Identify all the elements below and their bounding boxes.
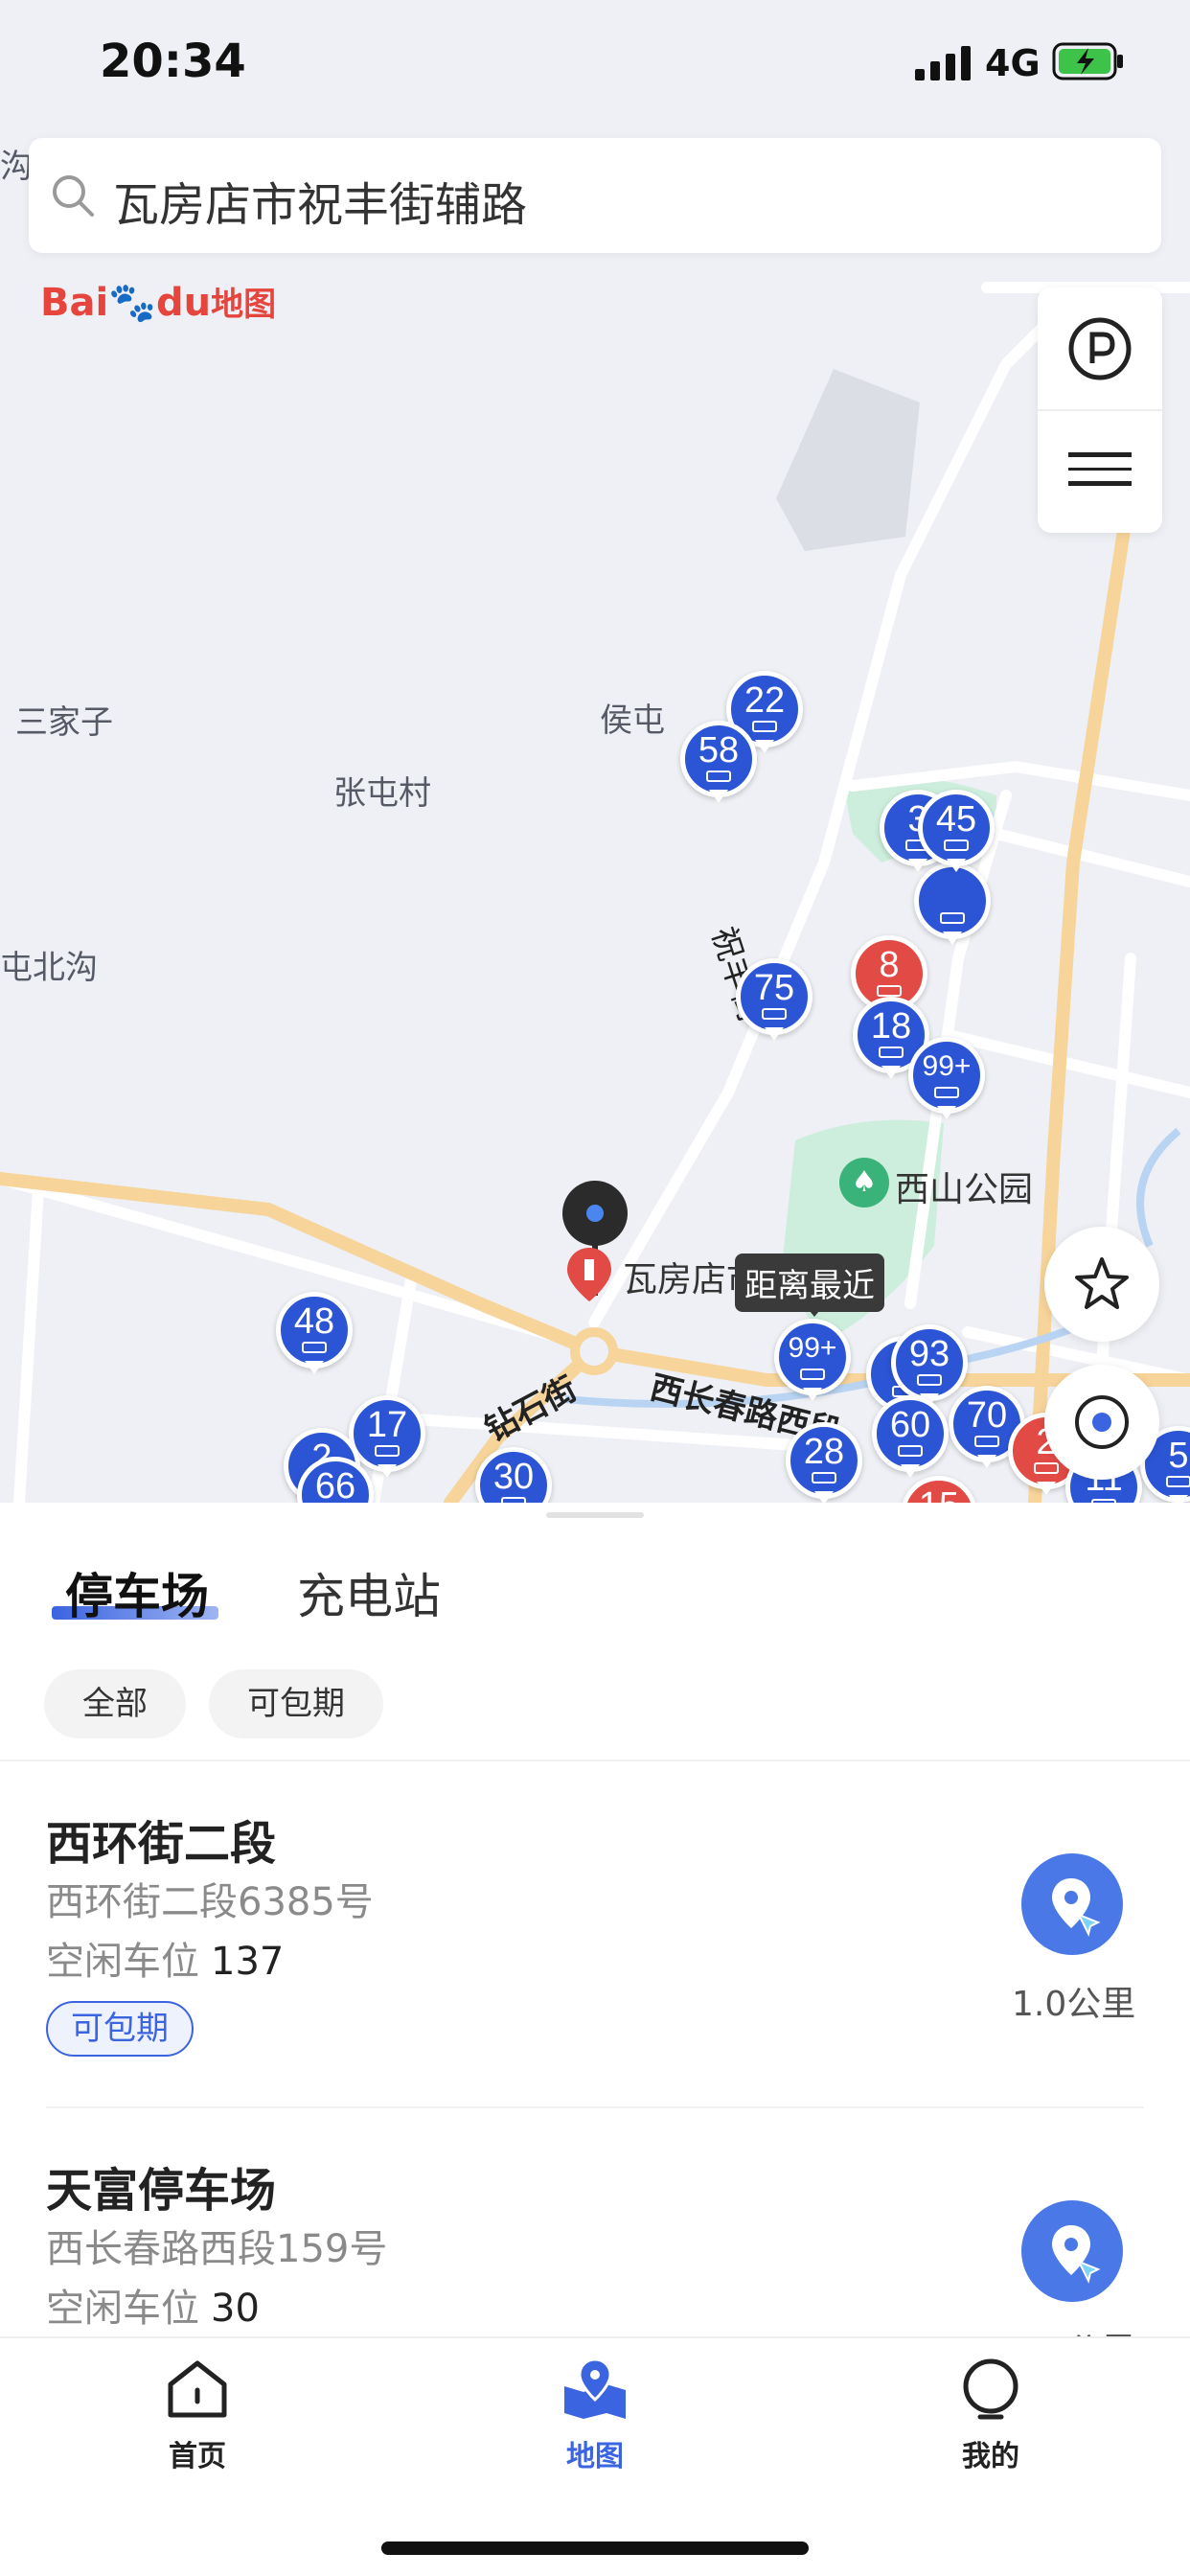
layers-button[interactable] bbox=[1038, 411, 1162, 533]
home-indicator bbox=[381, 2542, 809, 2555]
place-label: 侯屯 bbox=[600, 702, 665, 740]
signal-icon bbox=[915, 46, 971, 80]
parking-marker[interactable]: 99+ bbox=[774, 1319, 851, 1407]
park-icon: ♠ bbox=[839, 1158, 889, 1208]
layers-icon bbox=[1068, 451, 1132, 486]
tabbar-label: 地图 bbox=[566, 2440, 624, 2473]
item-title: 西环街二段 bbox=[46, 1817, 277, 1871]
paw-icon: 🐾 bbox=[108, 281, 157, 325]
tabbar-map[interactable]: 地图 bbox=[518, 2358, 672, 2474]
search-icon bbox=[53, 175, 94, 217]
marker-count: 22 bbox=[744, 680, 786, 721]
parking-marker[interactable]: 48 bbox=[276, 1292, 353, 1380]
periodic-badge: 可包期 bbox=[46, 2001, 194, 2057]
map-icon bbox=[564, 2358, 626, 2419]
parking-marker[interactable]: 75 bbox=[736, 958, 812, 1046]
sheet-handle[interactable] bbox=[546, 1512, 644, 1518]
place-label: 沟 bbox=[0, 148, 33, 186]
marker-count: 66 bbox=[314, 1466, 356, 1503]
divider bbox=[46, 2106, 1144, 2108]
marker-count: 17 bbox=[366, 1405, 408, 1445]
tabbar-profile[interactable]: 我的 bbox=[914, 2358, 1067, 2474]
profile-icon bbox=[963, 2358, 1018, 2420]
place-label: 张屯村 bbox=[333, 774, 431, 813]
item-distance: 1.0公里 bbox=[1012, 2323, 1135, 2336]
nearest-tooltip: 距离最近 bbox=[735, 1254, 884, 1312]
marker-count: 99+ bbox=[922, 1050, 972, 1082]
tabbar-home[interactable]: 首页 bbox=[121, 2358, 274, 2474]
marker-count: 48 bbox=[293, 1301, 335, 1342]
search-text: 瓦房店市祝丰街辅路 bbox=[113, 178, 528, 232]
tooltip-tail bbox=[805, 1305, 824, 1317]
poi-marker-icon bbox=[567, 1248, 611, 1301]
parking-marker[interactable]: 60 bbox=[872, 1395, 949, 1484]
parking-marker[interactable]: 28 bbox=[786, 1422, 862, 1503]
parking-marker[interactable]: 45 bbox=[918, 790, 995, 878]
marker-count: 75 bbox=[753, 968, 795, 1008]
parking-layer-button[interactable] bbox=[1038, 288, 1162, 409]
navigation-pin-icon bbox=[1052, 2225, 1101, 2284]
parking-marker[interactable]: 15 bbox=[901, 1476, 977, 1503]
item-address: 西环街二段6385号 bbox=[46, 1880, 374, 1924]
tabbar-label: 首页 bbox=[169, 2440, 226, 2473]
locate-button[interactable] bbox=[1044, 1365, 1159, 1480]
tab-bar: 首页 地图 我的 bbox=[0, 2336, 1190, 2576]
marker-count: 99+ bbox=[788, 1332, 837, 1364]
status-time: 20:34 bbox=[100, 34, 246, 88]
park-label: 西山公园 bbox=[895, 1170, 1034, 1209]
item-free-spaces: 空闲车位 137 bbox=[46, 1940, 285, 1984]
marker-count: 58 bbox=[698, 730, 740, 770]
filter-all[interactable]: 全部 bbox=[44, 1669, 186, 1738]
marker-count: 45 bbox=[935, 799, 977, 840]
map-control-panel bbox=[1038, 288, 1162, 533]
parking-marker[interactable]: 99+ bbox=[908, 1037, 985, 1125]
navigate-button[interactable] bbox=[1021, 2200, 1123, 2302]
divider bbox=[0, 1760, 1190, 1761]
results-sheet[interactable]: 停车场 充电站 全部 可包期 西环街二段 西环街二段6385号 空闲车位 137 … bbox=[0, 1503, 1190, 2336]
favorite-button[interactable] bbox=[1044, 1227, 1159, 1342]
star-icon bbox=[1075, 1257, 1129, 1309]
battery-charging-icon bbox=[1052, 42, 1123, 80]
locate-icon bbox=[1075, 1395, 1129, 1449]
marker-count: 60 bbox=[889, 1405, 931, 1445]
home-icon bbox=[168, 2360, 227, 2418]
navigate-button[interactable] bbox=[1021, 1853, 1123, 1955]
parking-marker[interactable]: 66 bbox=[297, 1457, 374, 1503]
item-distance: 1.0公里 bbox=[1012, 1985, 1136, 2024]
marker-count: 8 bbox=[879, 945, 900, 985]
map-view[interactable]: 沟 三家子 侯屯 张屯村 屯北沟 祝丰街 钻石街 西长春路西段 ♠ 西山公园 2… bbox=[0, 0, 1190, 1503]
tabbar-label: 我的 bbox=[962, 2440, 1019, 2473]
parking-marker[interactable]: 30 bbox=[475, 1447, 552, 1503]
baidu-logo: Bai🐾du地图 bbox=[40, 281, 277, 325]
parking-icon bbox=[1068, 317, 1132, 380]
tab-charging[interactable]: 充电站 bbox=[297, 1558, 441, 1627]
marker-count: 93 bbox=[908, 1334, 950, 1374]
navigation-pin-icon bbox=[1052, 1878, 1101, 1937]
search-bar[interactable]: 瓦房店市祝丰街辅路 bbox=[29, 138, 1161, 253]
tab-parking[interactable]: 停车场 bbox=[65, 1558, 209, 1627]
parking-marker[interactable]: 58 bbox=[680, 721, 757, 809]
filter-periodic[interactable]: 可包期 bbox=[209, 1669, 383, 1738]
status-bar: 20:34 4G bbox=[0, 0, 1190, 126]
marker-count: 28 bbox=[803, 1432, 845, 1472]
network-type: 4G bbox=[985, 42, 1041, 84]
item-title: 天富停车场 bbox=[46, 2164, 277, 2218]
item-free-spaces: 空闲车位 30 bbox=[46, 2287, 260, 2331]
place-label: 屯北沟 bbox=[0, 949, 98, 987]
place-label: 三家子 bbox=[15, 703, 113, 742]
marker-count: 30 bbox=[492, 1457, 535, 1497]
marker-count: 15 bbox=[901, 1485, 977, 1503]
item-address: 西长春路西段159号 bbox=[46, 2227, 388, 2271]
